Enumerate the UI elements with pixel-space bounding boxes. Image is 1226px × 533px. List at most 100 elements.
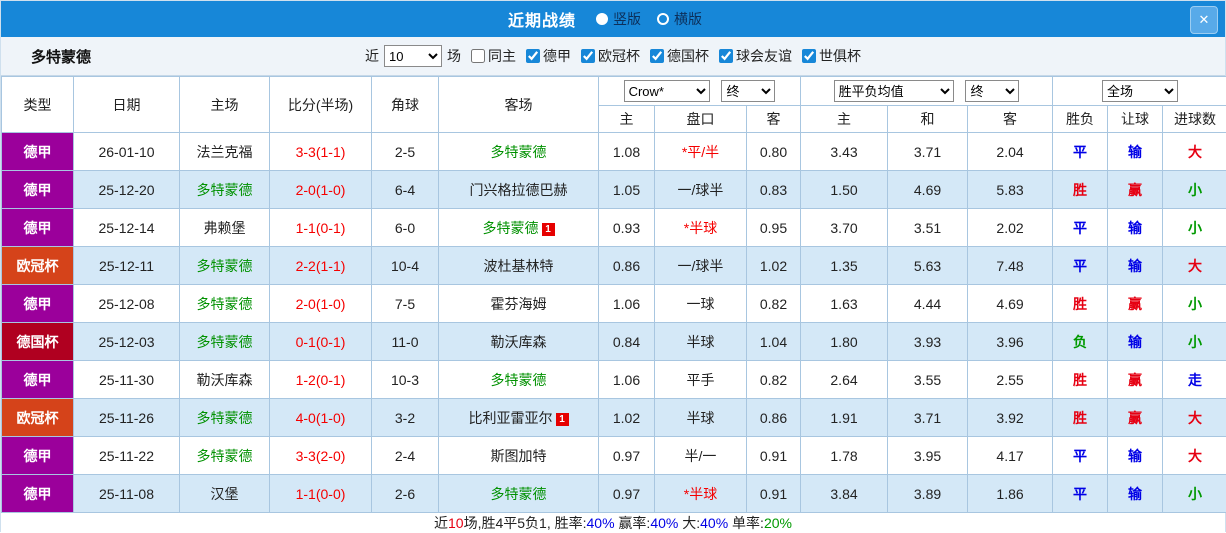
view-option-vertical[interactable]: 竖版	[596, 9, 641, 29]
away-odds-cell: 0.82	[747, 285, 801, 323]
home-odds-cell: 0.86	[599, 247, 655, 285]
col-avg-draw: 和	[888, 106, 968, 133]
corner-cell: 10-3	[372, 361, 439, 399]
away-odds-cell: 0.80	[747, 133, 801, 171]
handicap-result-cell: 输	[1108, 437, 1163, 475]
date-cell: 25-12-11	[74, 247, 180, 285]
table-row: 德甲25-11-08汉堡1-1(0-0)2-6多特蒙德0.97*半球0.913.…	[2, 475, 1226, 513]
odds-stage-select[interactable]: 终	[721, 80, 775, 102]
corner-cell: 2-6	[372, 475, 439, 513]
avg-odds-select[interactable]: 胜平负均值	[834, 80, 954, 102]
red-card-badge-icon: 1	[556, 413, 569, 426]
corner-cell: 3-2	[372, 399, 439, 437]
view-option-horizontal-label: 横版	[674, 9, 702, 29]
score-cell: 2-0(1-0)	[270, 285, 372, 323]
near-label: 近	[365, 46, 379, 66]
filter-club-friendly-checkbox[interactable]	[719, 49, 733, 63]
view-option-horizontal[interactable]: 横版	[657, 9, 702, 29]
home-team-cell: 法兰克福	[180, 133, 270, 171]
league-type-cell: 德甲	[2, 437, 74, 475]
corner-cell: 10-4	[372, 247, 439, 285]
away-team-cell: 比利亚雷亚尔1	[439, 399, 599, 437]
date-cell: 25-12-03	[74, 323, 180, 361]
away-odds-cell: 1.04	[747, 323, 801, 361]
score-cell: 2-0(1-0)	[270, 171, 372, 209]
scope-select[interactable]: 全场	[1102, 80, 1178, 102]
col-goals-result: 进球数	[1163, 106, 1226, 133]
away-team-cell: 多特蒙德1	[439, 209, 599, 247]
avg-odds-header: 胜平负均值 终	[801, 77, 1053, 106]
filter-club-friendly[interactable]: 球会友谊	[719, 46, 792, 66]
results-table: 类型 日期 主场 比分(半场) 角球 客场 Crow* 终 胜平负均值	[1, 76, 1226, 513]
home-team-cell: 多特蒙德	[180, 323, 270, 361]
handicap-result-cell: 赢	[1108, 285, 1163, 323]
handicap-result-cell: 赢	[1108, 361, 1163, 399]
league-type-cell: 德甲	[2, 285, 74, 323]
filter-dfb-pokal-checkbox[interactable]	[650, 49, 664, 63]
col-odds-home: 主	[599, 106, 655, 133]
handicap-cell: 半/一	[655, 437, 747, 475]
filter-champions-league-checkbox[interactable]	[581, 49, 595, 63]
score-cell: 1-2(0-1)	[270, 361, 372, 399]
wdl-result-cell: 胜	[1053, 399, 1108, 437]
date-cell: 25-11-22	[74, 437, 180, 475]
filter-bar: 多特蒙德 近 10 场 同主德甲欧冠杯德国杯球会友谊 世俱杯	[1, 37, 1225, 76]
home-odds-cell: 1.06	[599, 285, 655, 323]
filter-club-world-cup-checkbox[interactable]	[802, 49, 816, 63]
goals-result-cell: 小	[1163, 475, 1226, 513]
goals-result-cell: 大	[1163, 437, 1226, 475]
filter-champions-league[interactable]: 欧冠杯	[581, 46, 640, 66]
matches-label: 场	[447, 46, 461, 66]
away-odds-cell: 0.82	[747, 361, 801, 399]
handicap-cell: *半球	[655, 209, 747, 247]
filter-club-world-cup-label: 世俱杯	[819, 46, 861, 66]
team-name: 多特蒙德	[31, 46, 91, 67]
avg-draw-cell: 5.63	[888, 247, 968, 285]
home-team-cell: 多特蒙德	[180, 171, 270, 209]
summary-segment: 大:	[678, 513, 700, 533]
table-row: 德甲25-12-14弗赖堡1-1(0-1)6-0多特蒙德10.93*半球0.95…	[2, 209, 1226, 247]
avg-away-cell: 1.86	[968, 475, 1053, 513]
score-cell: 0-1(0-1)	[270, 323, 372, 361]
avg-draw-cell: 3.55	[888, 361, 968, 399]
col-avg-home: 主	[801, 106, 888, 133]
away-team-cell: 多特蒙德	[439, 475, 599, 513]
filter-bundesliga-checkbox[interactable]	[526, 49, 540, 63]
odds-company-select[interactable]: Crow*	[624, 80, 710, 102]
table-row: 德甲25-11-22多特蒙德3-3(2-0)2-4斯图加特0.97半/一0.91…	[2, 437, 1226, 475]
filter-bundesliga[interactable]: 德甲	[526, 46, 571, 66]
filter-club-world-cup[interactable]: 世俱杯	[802, 46, 861, 66]
summary-segment: 场,胜4平5负1, 胜率:	[464, 513, 587, 533]
away-team-cell: 波杜基林特	[439, 247, 599, 285]
col-avg-away: 客	[968, 106, 1053, 133]
avg-home-cell: 2.64	[801, 361, 888, 399]
score-cell: 1-1(0-1)	[270, 209, 372, 247]
avg-stage-select[interactable]: 终	[965, 80, 1019, 102]
score-cell: 2-2(1-1)	[270, 247, 372, 285]
avg-draw-cell: 3.71	[888, 133, 968, 171]
corner-cell: 6-0	[372, 209, 439, 247]
summary-segment: 20%	[764, 515, 792, 531]
avg-away-cell: 5.83	[968, 171, 1053, 209]
handicap-cell: 半球	[655, 323, 747, 361]
col-wdl-result: 胜负	[1053, 106, 1108, 133]
match-count-select[interactable]: 10	[384, 45, 442, 67]
avg-draw-cell: 4.44	[888, 285, 968, 323]
avg-home-cell: 1.50	[801, 171, 888, 209]
league-type-cell: 欧冠杯	[2, 399, 74, 437]
table-row: 德甲25-12-20多特蒙德2-0(1-0)6-4门兴格拉德巴赫1.05一/球半…	[2, 171, 1226, 209]
avg-draw-cell: 3.95	[888, 437, 968, 475]
wdl-result-cell: 胜	[1053, 171, 1108, 209]
handicap-result-cell: 输	[1108, 209, 1163, 247]
close-button[interactable]: ✕	[1190, 6, 1218, 34]
date-cell: 25-12-14	[74, 209, 180, 247]
home-team-cell: 多特蒙德	[180, 437, 270, 475]
table-row: 德甲26-01-10法兰克福3-3(1-1)2-5多特蒙德1.08*平/半0.8…	[2, 133, 1226, 171]
date-cell: 25-11-26	[74, 399, 180, 437]
date-cell: 25-11-30	[74, 361, 180, 399]
summary-segment: 近	[434, 513, 448, 533]
filter-same-home-checkbox[interactable]	[471, 49, 485, 63]
col-away: 客场	[439, 77, 599, 133]
filter-dfb-pokal[interactable]: 德国杯	[650, 46, 709, 66]
filter-same-home[interactable]: 同主	[471, 46, 516, 66]
